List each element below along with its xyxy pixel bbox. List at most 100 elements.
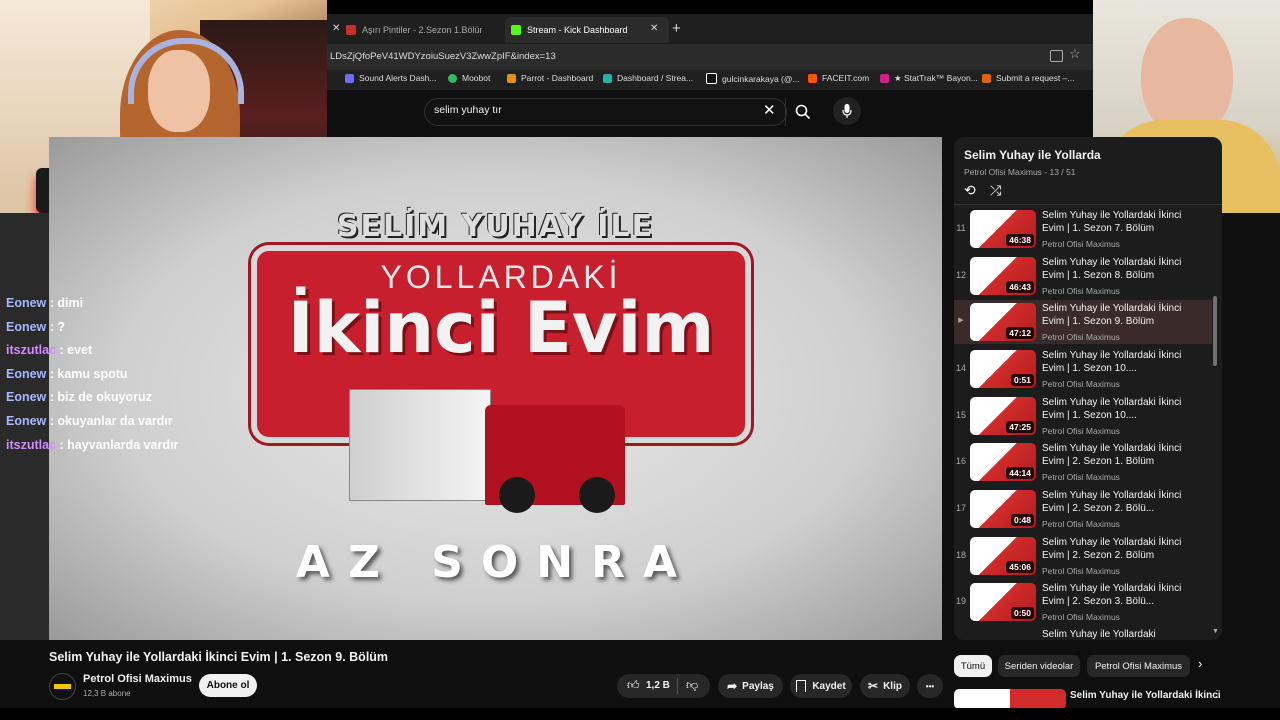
voice-search-button[interactable] [833,97,861,125]
playlist-item[interactable]: 16 44:14 Selim Yuhay ile Yollardaki İkin… [954,440,1212,484]
channel-avatar[interactable] [49,673,76,700]
install-app-icon[interactable] [1050,50,1063,62]
video-title: Selim Yuhay ile Yollardaki İkinci Evim |… [49,650,389,664]
like-count[interactable]: 1,2 B [646,680,670,691]
bookmark-item[interactable]: Parrot - Dashboard [507,73,593,83]
playlist-item-thumbnail: 47:25 [970,397,1036,435]
tiktok-icon [706,73,717,84]
playlist-item-current[interactable]: ▶ 47:12 Selim Yuhay ile Yollardaki İkinc… [954,300,1212,344]
bookmark-item[interactable]: gulcinkarakaya (@... [706,73,800,84]
top-bar [327,0,1093,14]
bookmark-item[interactable]: Moobot [448,73,490,83]
loop-icon[interactable]: ⟲ [964,182,976,199]
chat-message: Eonew : ? [6,320,66,334]
new-tab-button[interactable]: + [672,20,681,37]
playlist-item-number: 14 [955,363,966,373]
bottom-bar [0,708,1280,720]
more-vert-icon[interactable]: ⋮ [1212,689,1222,700]
bookmark-item[interactable]: Submit a request –... [982,73,1074,83]
playlist-item-channel: Petrol Ofisi Maximus [1042,519,1120,529]
chip-all[interactable]: Tümü [954,655,992,677]
playlist-subtitle: Petrol Ofisi Maximus - 13 / 51 [964,167,1076,177]
chat-text: ? [57,320,66,334]
playlist-item-channel: Petrol Ofisi Maximus [1042,426,1120,436]
playlist-item-thumbnail: 46:43 [970,257,1036,295]
star-icon[interactable]: ☆ [1069,46,1081,62]
subscribe-button[interactable]: Abone ol [199,674,257,697]
chat-text: evet [67,343,93,357]
clear-search-icon[interactable]: ✕ [763,101,776,119]
truck-wheel [499,477,535,513]
playlist-item[interactable]: 12 46:43 Selim Yuhay ile Yollardaki İkin… [954,254,1212,298]
chip-channel[interactable]: Petrol Ofisi Maximus [1087,655,1190,677]
kick-icon [511,25,521,35]
bookmark-label: Sound Alerts Dash... [359,73,437,83]
playlist-item[interactable]: 19 0:50 Selim Yuhay ile Yollardaki İkinc… [954,580,1212,624]
playlist-item[interactable]: 11 46:38 Selim Yuhay ile Yollardaki İkin… [954,207,1212,251]
playlist-item-thumbnail: 0:48 [970,490,1036,528]
playlist-item-thumbnail: 44:14 [970,443,1036,481]
bookmark-icon [603,73,612,83]
chat-user: Eonew [6,390,47,404]
bookmark-item[interactable]: ★ StatTrak™ Bayon... [880,73,978,84]
bookmark-icon [448,73,457,83]
bookmark-icon [507,73,516,83]
playlist-item-title: Selim Yuhay ile Yollardaki İkinci Evim |… [1042,350,1182,374]
bookmark-icon [345,73,354,83]
playlist-item-thumbnail: 45:06 [970,537,1036,575]
playlist-item-channel: Petrol Ofisi Maximus [1042,566,1120,576]
duration-badge: 46:38 [1006,234,1034,246]
playlist-item[interactable]: 15 47:25 Selim Yuhay ile Yollardaki İkin… [954,394,1212,438]
playlist-item-number: 17 [955,503,966,513]
bookmark-label: Parrot - Dashboard [521,73,594,83]
more-actions-button[interactable]: ••• [917,674,943,698]
overlay-bottom-text: AZ SONRA [295,537,696,588]
playlist-item-channel: Petrol Ofisi Maximus [1042,239,1120,249]
playlist-item[interactable]: 18 45:06 Selim Yuhay ile Yollardaki İkin… [954,534,1212,578]
playlist-item-title: Selim Yuhay ile Yollardaki İkinci Evim |… [1042,490,1182,514]
dislike-icon[interactable]: 👎︎ [686,678,698,693]
bookmark-item[interactable]: FACEIT.com [808,73,869,83]
save-button[interactable]: Kaydet [790,674,852,698]
playlist-item[interactable]: 14 0:51 Selim Yuhay ile Yollardaki İkinc… [954,347,1212,391]
bookmark-item[interactable]: Sound Alerts Dash... [345,73,437,83]
playlist-item-number: 12 [955,270,966,280]
chat-message: itszutlac : evet [6,343,93,357]
chip-series[interactable]: Seriden videolar [998,655,1080,677]
duration-badge: 0:48 [1010,514,1034,526]
share-button[interactable]: ➦ Paylaş [718,674,783,698]
now-playing-icon: ▶ [958,317,964,324]
duration-badge: 44:14 [1006,467,1034,479]
chevron-right-icon[interactable]: › [1198,656,1202,671]
playlist-item-number: 18 [955,550,966,560]
tab-2[interactable]: Stream - Kick Dashboard [505,17,669,43]
video-player[interactable]: SELİM YUHAY İLE YOLLARDAKİ İkinci Evim A… [49,137,942,640]
playlist-title[interactable]: Selim Yuhay ile Yollarda [964,148,1101,162]
search-divider [785,98,786,126]
next-video-title[interactable]: Selim Yuhay ile Yollardaki İkinci [1070,690,1221,701]
search-icon[interactable] [795,104,811,125]
bookmark-label: Dashboard / Strea... [617,73,694,83]
playlist-scrollbar[interactable] [1213,296,1217,366]
chat-text: hayvanlarda vardır [67,438,179,452]
playlist-item-number: 19 [955,596,966,606]
save-label: Kaydet [812,680,846,692]
playlist-item-number: 16 [955,456,966,466]
chat-user: Eonew [6,367,47,381]
playlist-item-thumbnail: 0:51 [970,350,1036,388]
like-icon[interactable]: 👍︎ [627,678,640,693]
bookmark-label: ★ StatTrak™ Bayon... [894,73,978,83]
channel-name[interactable]: Petrol Ofisi Maximus [83,673,192,685]
scroll-down-icon[interactable]: ▼ [1212,628,1219,635]
next-video-thumbnail[interactable] [954,689,1066,709]
duration-badge: 47:12 [1006,327,1034,339]
playlist-item-number: 11 [956,223,966,233]
shuffle-icon[interactable]: ⤮ [990,182,1001,199]
close-icon[interactable]: ✕ [332,23,340,34]
tab-1[interactable]: Aşırı Pintiler - 2.Sezon 1.Bölüm - Y [346,18,501,42]
clip-button[interactable]: ✂ Klip [860,674,910,698]
chat-text: biz de okuyoruz [57,390,152,404]
playlist-item[interactable]: 17 0:48 Selim Yuhay ile Yollardaki İkinc… [954,487,1212,531]
close-icon[interactable]: ✕ [650,23,658,34]
bookmark-item[interactable]: Dashboard / Strea... [603,73,693,83]
